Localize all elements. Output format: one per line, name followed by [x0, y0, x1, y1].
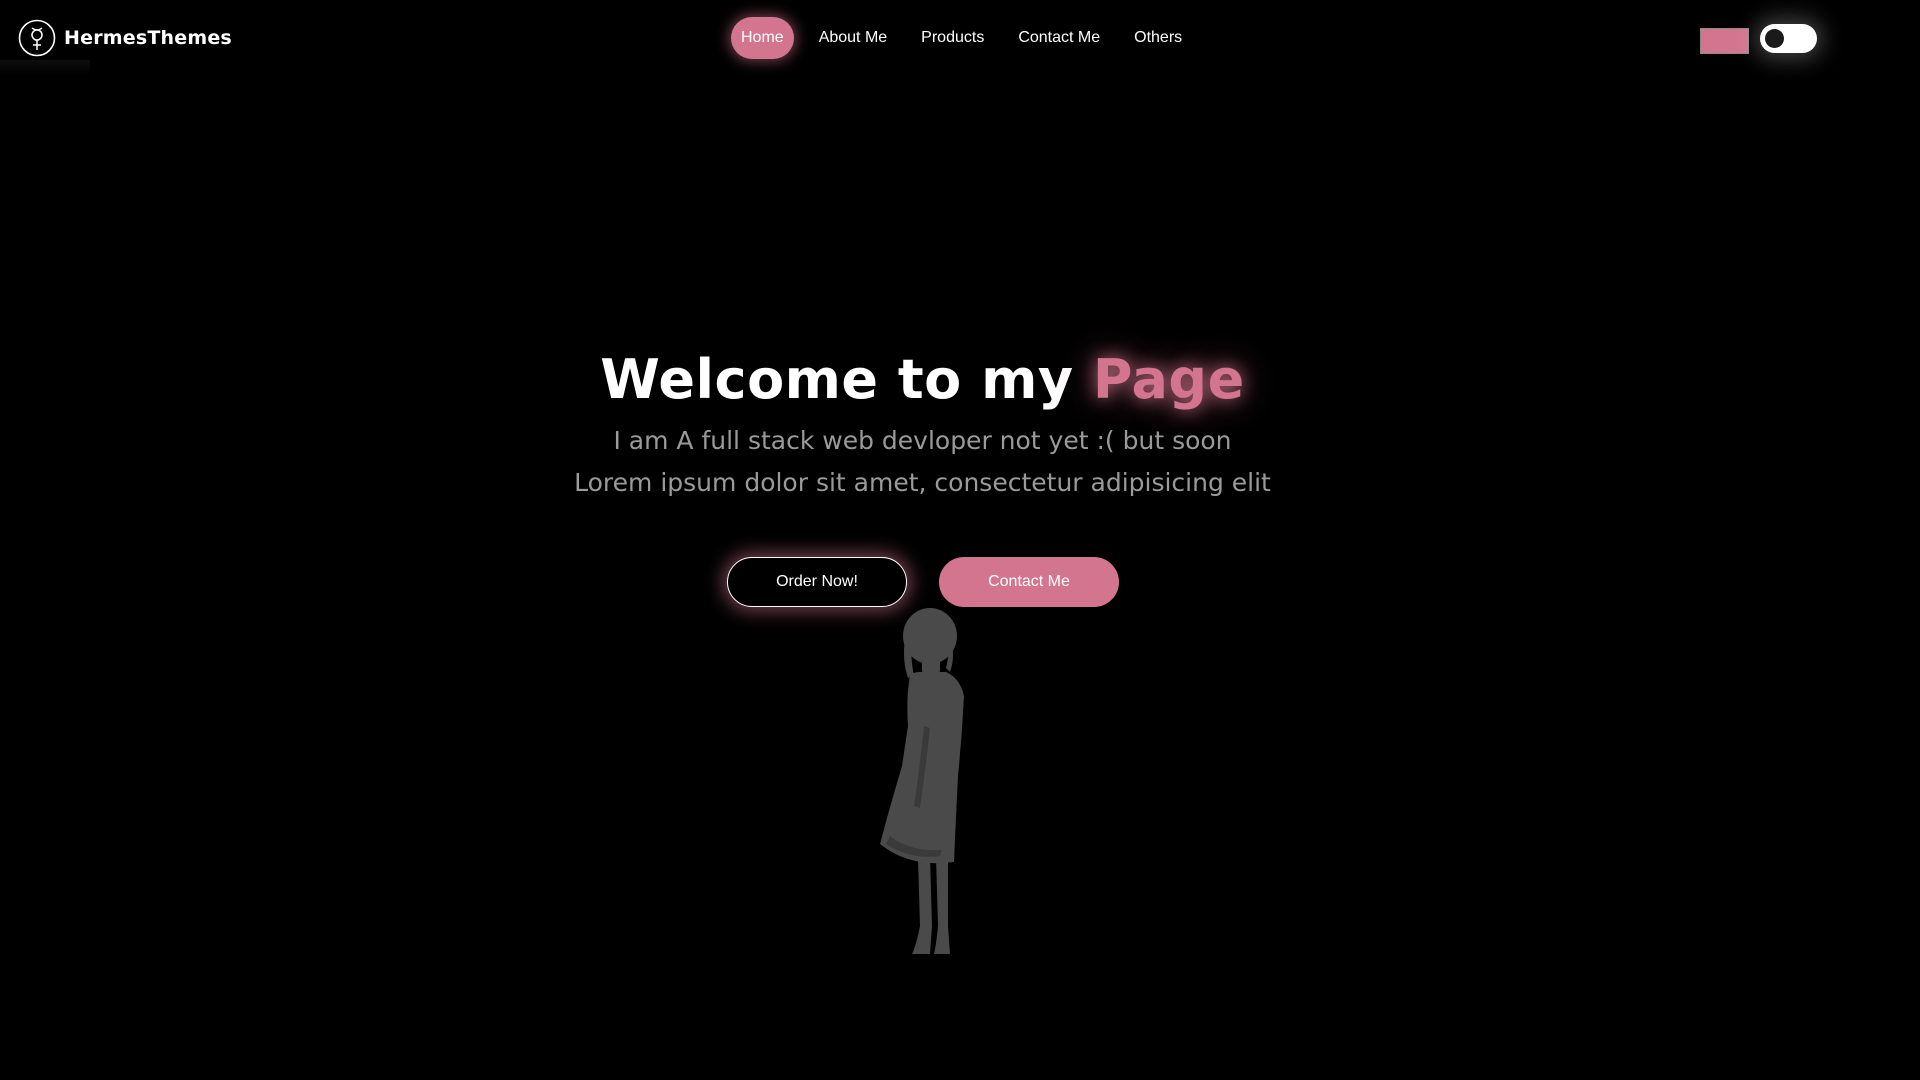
hero-section: Welcome to my Page I am A full stack web… [0, 0, 1920, 1080]
hero-subtitle-line-1: I am A full stack web devloper not yet :… [613, 426, 1232, 455]
hero-title-accent: Page [1092, 348, 1245, 411]
girl-silhouette-illustration [880, 608, 964, 954]
hero-title-prefix: Welcome to my [600, 348, 1093, 411]
contact-me-button[interactable]: Contact Me [939, 557, 1119, 607]
hero-title: Welcome to my Page [0, 348, 1845, 411]
order-now-button[interactable]: Order Now! [727, 557, 907, 607]
hero-subtitle-line-2: Lorem ipsum dolor sit amet, consectetur … [574, 468, 1271, 497]
